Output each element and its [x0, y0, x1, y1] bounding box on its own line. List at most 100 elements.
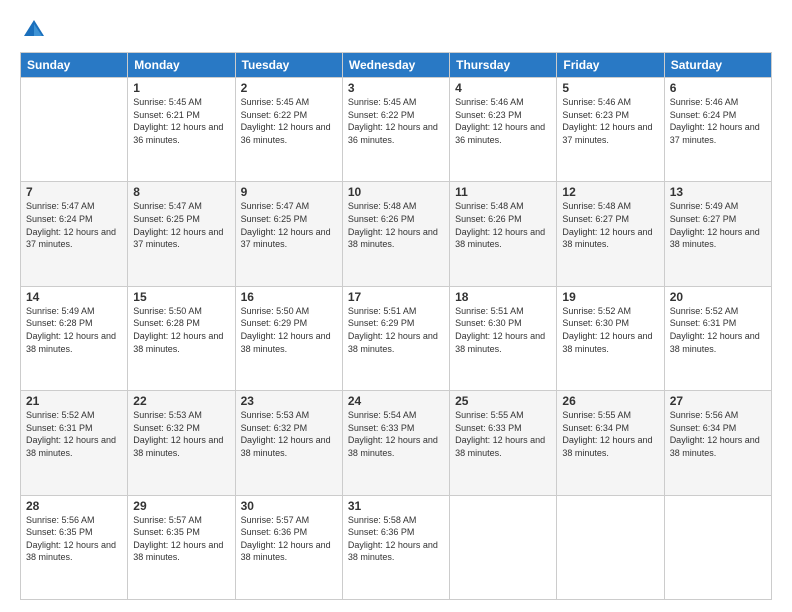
day-number: 10: [348, 185, 444, 199]
day-info: Sunrise: 5:49 AM Sunset: 6:28 PM Dayligh…: [26, 305, 122, 355]
day-info: Sunrise: 5:45 AM Sunset: 6:22 PM Dayligh…: [348, 96, 444, 146]
calendar-cell: 7Sunrise: 5:47 AM Sunset: 6:24 PM Daylig…: [21, 182, 128, 286]
calendar-cell: 25Sunrise: 5:55 AM Sunset: 6:33 PM Dayli…: [450, 391, 557, 495]
day-number: 13: [670, 185, 766, 199]
col-header-wednesday: Wednesday: [342, 53, 449, 78]
day-info: Sunrise: 5:57 AM Sunset: 6:35 PM Dayligh…: [133, 514, 229, 564]
calendar-cell: 21Sunrise: 5:52 AM Sunset: 6:31 PM Dayli…: [21, 391, 128, 495]
calendar-cell: [450, 495, 557, 599]
day-number: 30: [241, 499, 337, 513]
calendar-cell: 29Sunrise: 5:57 AM Sunset: 6:35 PM Dayli…: [128, 495, 235, 599]
day-info: Sunrise: 5:52 AM Sunset: 6:31 PM Dayligh…: [26, 409, 122, 459]
calendar-cell: 27Sunrise: 5:56 AM Sunset: 6:34 PM Dayli…: [664, 391, 771, 495]
calendar-cell: 31Sunrise: 5:58 AM Sunset: 6:36 PM Dayli…: [342, 495, 449, 599]
day-number: 23: [241, 394, 337, 408]
calendar-cell: 6Sunrise: 5:46 AM Sunset: 6:24 PM Daylig…: [664, 78, 771, 182]
day-info: Sunrise: 5:45 AM Sunset: 6:22 PM Dayligh…: [241, 96, 337, 146]
calendar-cell: 24Sunrise: 5:54 AM Sunset: 6:33 PM Dayli…: [342, 391, 449, 495]
calendar-cell: 17Sunrise: 5:51 AM Sunset: 6:29 PM Dayli…: [342, 286, 449, 390]
day-number: 17: [348, 290, 444, 304]
col-header-friday: Friday: [557, 53, 664, 78]
day-info: Sunrise: 5:47 AM Sunset: 6:25 PM Dayligh…: [241, 200, 337, 250]
calendar-cell: 4Sunrise: 5:46 AM Sunset: 6:23 PM Daylig…: [450, 78, 557, 182]
day-info: Sunrise: 5:58 AM Sunset: 6:36 PM Dayligh…: [348, 514, 444, 564]
day-info: Sunrise: 5:46 AM Sunset: 6:24 PM Dayligh…: [670, 96, 766, 146]
day-info: Sunrise: 5:54 AM Sunset: 6:33 PM Dayligh…: [348, 409, 444, 459]
logo-icon: [20, 16, 48, 44]
col-header-tuesday: Tuesday: [235, 53, 342, 78]
day-info: Sunrise: 5:55 AM Sunset: 6:33 PM Dayligh…: [455, 409, 551, 459]
logo: [20, 16, 52, 44]
day-info: Sunrise: 5:56 AM Sunset: 6:35 PM Dayligh…: [26, 514, 122, 564]
day-number: 7: [26, 185, 122, 199]
day-number: 8: [133, 185, 229, 199]
header: [20, 16, 772, 44]
day-number: 12: [562, 185, 658, 199]
calendar-cell: 30Sunrise: 5:57 AM Sunset: 6:36 PM Dayli…: [235, 495, 342, 599]
day-info: Sunrise: 5:46 AM Sunset: 6:23 PM Dayligh…: [455, 96, 551, 146]
day-number: 4: [455, 81, 551, 95]
calendar-cell: [21, 78, 128, 182]
calendar-cell: 11Sunrise: 5:48 AM Sunset: 6:26 PM Dayli…: [450, 182, 557, 286]
day-info: Sunrise: 5:49 AM Sunset: 6:27 PM Dayligh…: [670, 200, 766, 250]
day-number: 18: [455, 290, 551, 304]
day-info: Sunrise: 5:47 AM Sunset: 6:25 PM Dayligh…: [133, 200, 229, 250]
col-header-saturday: Saturday: [664, 53, 771, 78]
calendar-cell: 3Sunrise: 5:45 AM Sunset: 6:22 PM Daylig…: [342, 78, 449, 182]
day-info: Sunrise: 5:51 AM Sunset: 6:30 PM Dayligh…: [455, 305, 551, 355]
calendar-cell: 1Sunrise: 5:45 AM Sunset: 6:21 PM Daylig…: [128, 78, 235, 182]
page: SundayMondayTuesdayWednesdayThursdayFrid…: [0, 0, 792, 612]
calendar-cell: 26Sunrise: 5:55 AM Sunset: 6:34 PM Dayli…: [557, 391, 664, 495]
day-number: 2: [241, 81, 337, 95]
col-header-sunday: Sunday: [21, 53, 128, 78]
day-number: 26: [562, 394, 658, 408]
day-info: Sunrise: 5:50 AM Sunset: 6:28 PM Dayligh…: [133, 305, 229, 355]
day-number: 27: [670, 394, 766, 408]
calendar-cell: 2Sunrise: 5:45 AM Sunset: 6:22 PM Daylig…: [235, 78, 342, 182]
day-number: 19: [562, 290, 658, 304]
calendar-cell: 12Sunrise: 5:48 AM Sunset: 6:27 PM Dayli…: [557, 182, 664, 286]
day-number: 28: [26, 499, 122, 513]
calendar-week-4: 21Sunrise: 5:52 AM Sunset: 6:31 PM Dayli…: [21, 391, 772, 495]
day-info: Sunrise: 5:48 AM Sunset: 6:26 PM Dayligh…: [455, 200, 551, 250]
calendar-week-2: 7Sunrise: 5:47 AM Sunset: 6:24 PM Daylig…: [21, 182, 772, 286]
day-number: 25: [455, 394, 551, 408]
day-number: 3: [348, 81, 444, 95]
day-info: Sunrise: 5:46 AM Sunset: 6:23 PM Dayligh…: [562, 96, 658, 146]
day-info: Sunrise: 5:48 AM Sunset: 6:27 PM Dayligh…: [562, 200, 658, 250]
day-number: 6: [670, 81, 766, 95]
day-number: 21: [26, 394, 122, 408]
col-header-monday: Monday: [128, 53, 235, 78]
day-info: Sunrise: 5:50 AM Sunset: 6:29 PM Dayligh…: [241, 305, 337, 355]
calendar-cell: 13Sunrise: 5:49 AM Sunset: 6:27 PM Dayli…: [664, 182, 771, 286]
calendar-cell: 10Sunrise: 5:48 AM Sunset: 6:26 PM Dayli…: [342, 182, 449, 286]
calendar-cell: 22Sunrise: 5:53 AM Sunset: 6:32 PM Dayli…: [128, 391, 235, 495]
day-number: 22: [133, 394, 229, 408]
day-info: Sunrise: 5:52 AM Sunset: 6:30 PM Dayligh…: [562, 305, 658, 355]
calendar-cell: [664, 495, 771, 599]
calendar-cell: 14Sunrise: 5:49 AM Sunset: 6:28 PM Dayli…: [21, 286, 128, 390]
calendar-week-5: 28Sunrise: 5:56 AM Sunset: 6:35 PM Dayli…: [21, 495, 772, 599]
calendar-cell: 23Sunrise: 5:53 AM Sunset: 6:32 PM Dayli…: [235, 391, 342, 495]
calendar-cell: 16Sunrise: 5:50 AM Sunset: 6:29 PM Dayli…: [235, 286, 342, 390]
day-info: Sunrise: 5:56 AM Sunset: 6:34 PM Dayligh…: [670, 409, 766, 459]
day-number: 29: [133, 499, 229, 513]
calendar-cell: 8Sunrise: 5:47 AM Sunset: 6:25 PM Daylig…: [128, 182, 235, 286]
day-number: 11: [455, 185, 551, 199]
day-number: 14: [26, 290, 122, 304]
day-info: Sunrise: 5:47 AM Sunset: 6:24 PM Dayligh…: [26, 200, 122, 250]
day-number: 20: [670, 290, 766, 304]
calendar-cell: 28Sunrise: 5:56 AM Sunset: 6:35 PM Dayli…: [21, 495, 128, 599]
day-info: Sunrise: 5:51 AM Sunset: 6:29 PM Dayligh…: [348, 305, 444, 355]
calendar-header-row: SundayMondayTuesdayWednesdayThursdayFrid…: [21, 53, 772, 78]
calendar-cell: 5Sunrise: 5:46 AM Sunset: 6:23 PM Daylig…: [557, 78, 664, 182]
day-info: Sunrise: 5:53 AM Sunset: 6:32 PM Dayligh…: [133, 409, 229, 459]
day-info: Sunrise: 5:55 AM Sunset: 6:34 PM Dayligh…: [562, 409, 658, 459]
day-number: 16: [241, 290, 337, 304]
calendar-cell: 20Sunrise: 5:52 AM Sunset: 6:31 PM Dayli…: [664, 286, 771, 390]
calendar-cell: 18Sunrise: 5:51 AM Sunset: 6:30 PM Dayli…: [450, 286, 557, 390]
day-info: Sunrise: 5:52 AM Sunset: 6:31 PM Dayligh…: [670, 305, 766, 355]
day-number: 1: [133, 81, 229, 95]
day-number: 24: [348, 394, 444, 408]
day-info: Sunrise: 5:45 AM Sunset: 6:21 PM Dayligh…: [133, 96, 229, 146]
